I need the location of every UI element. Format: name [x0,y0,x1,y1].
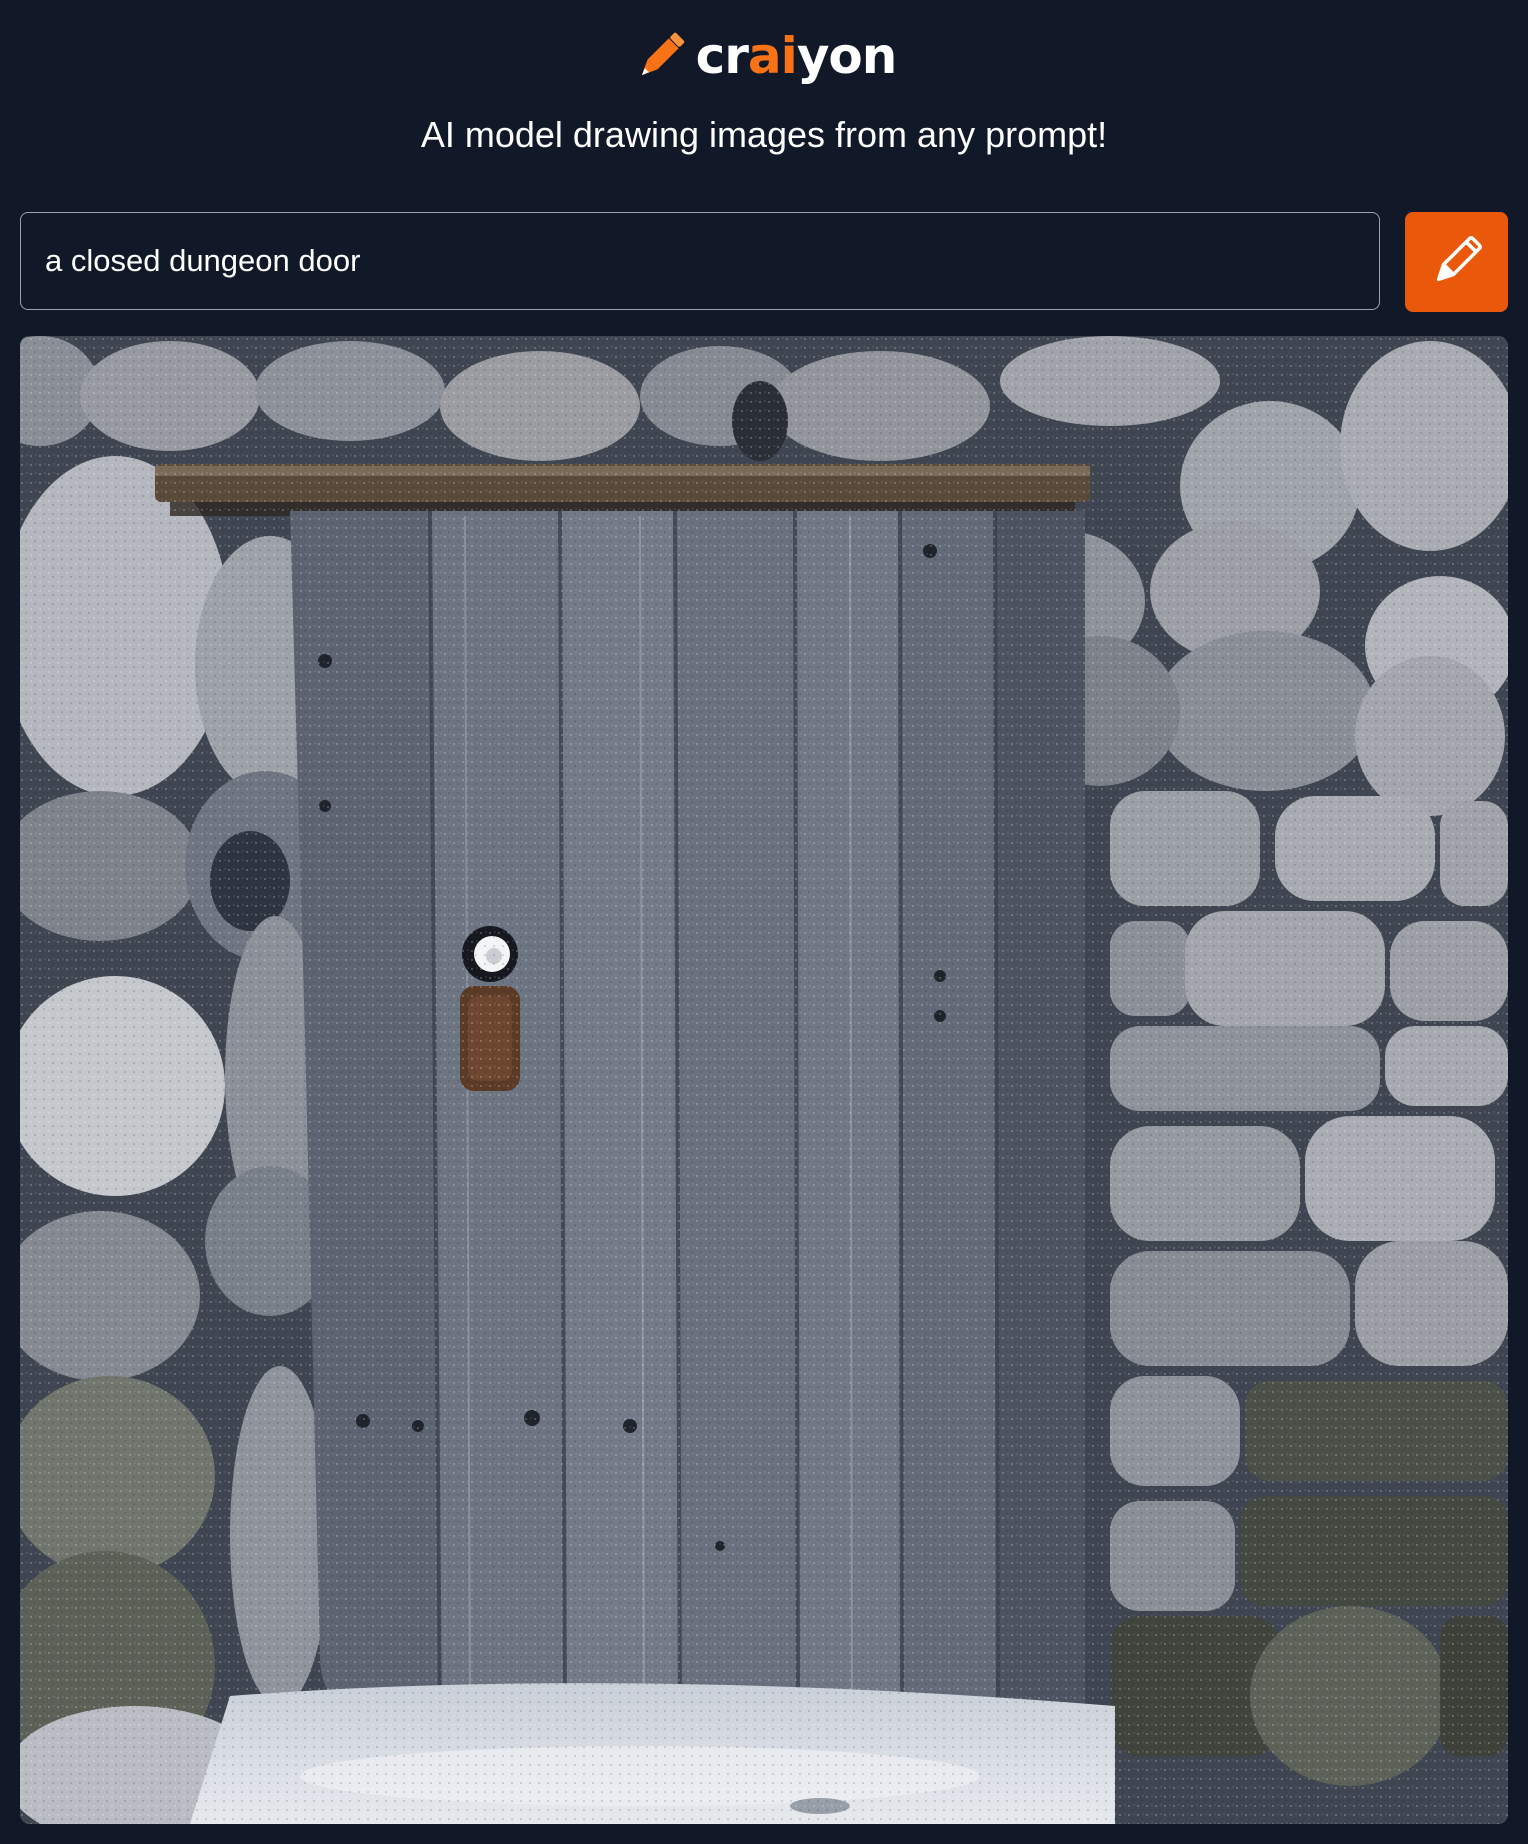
craiyon-page: craiyon AI model drawing images from any… [0,0,1528,1844]
generated-image[interactable] [20,336,1508,1824]
logo-text-end: yon [796,27,898,85]
logo-text-accent: ai [747,27,798,85]
craiyon-logo[interactable]: craiyon [0,20,1528,92]
image-texture [20,336,1508,1824]
pencil-icon [1427,231,1487,294]
pencil-icon [632,27,690,85]
draw-button[interactable] [1405,212,1508,312]
logo-text-start: cr [695,27,749,85]
header: craiyon AI model drawing images from any… [0,0,1528,180]
prompt-bar [20,212,1508,312]
logo-wordmark: craiyon [696,31,898,81]
tagline: AI model drawing images from any prompt! [420,114,1108,155]
prompt-input[interactable] [20,212,1380,310]
